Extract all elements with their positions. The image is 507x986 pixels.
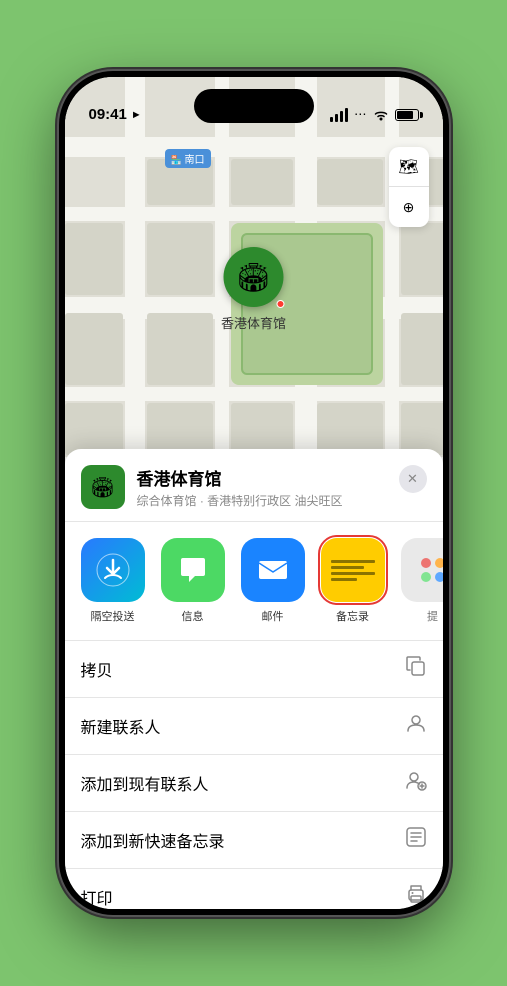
location-center-button[interactable]: ⊕ [389, 187, 429, 227]
venue-info: 香港体育馆 综合体育馆 · 香港特别行政区 油尖旺区 [137, 465, 387, 509]
status-time: 09:41 ► [89, 106, 142, 123]
share-item-mail[interactable]: 邮件 [241, 538, 305, 624]
venue-header: 🏟 香港体育馆 综合体育馆 · 香港特别行政区 油尖旺区 ✕ [65, 449, 443, 522]
notes-label: 备忘录 [336, 608, 369, 624]
pin-circle: 🏟 [223, 247, 283, 307]
venue-pin-icon: 🏟 [90, 475, 115, 500]
stadium-icon: 🏟 [236, 261, 272, 294]
add-existing-icon [405, 769, 427, 797]
pin-dot [276, 300, 284, 308]
action-add-quick-note[interactable]: 添加到新快速备忘录 [65, 812, 443, 869]
map-view-toggle-button[interactable]: 🗺 [389, 147, 429, 187]
action-add-existing-contact[interactable]: 添加到现有联系人 [65, 755, 443, 812]
venue-subtitle: 综合体育馆 · 香港特别行政区 油尖旺区 [137, 492, 387, 509]
airdrop-icon [95, 552, 131, 588]
action-new-contact-label: 新建联系人 [81, 714, 161, 738]
close-button[interactable]: ✕ [399, 465, 427, 493]
signal-bars [330, 108, 348, 122]
status-icons: ⋅⋅⋅ [330, 107, 418, 123]
wifi-icon-svg [373, 109, 389, 121]
phone-screen: 09:41 ► ⋅⋅⋅ [65, 77, 443, 909]
share-item-more[interactable]: 提 [401, 538, 443, 624]
share-item-airdrop[interactable]: 隔空投送 [81, 538, 145, 624]
map-area[interactable]: 🏪 南口 🏟 香港体育馆 🗺 ⊕ [65, 77, 443, 497]
location-pin: 🏟 香港体育馆 [221, 247, 286, 332]
action-print-label: 打印 [81, 885, 113, 909]
action-add-quick-note-label: 添加到新快速备忘录 [81, 828, 225, 852]
action-list: 拷贝 新建联系人 [65, 641, 443, 909]
venue-icon: 🏟 [81, 465, 125, 509]
location-arrow-icon: ► [131, 109, 142, 121]
map-controls: 🗺 ⊕ [389, 147, 429, 227]
new-contact-icon [405, 712, 427, 740]
wifi-icon: ⋅⋅⋅ [354, 107, 366, 123]
action-add-existing-label: 添加到现有联系人 [81, 771, 209, 795]
mail-label: 邮件 [262, 608, 284, 624]
action-print[interactable]: 打印 [65, 869, 443, 909]
messages-icon [175, 552, 211, 588]
dynamic-island [194, 89, 314, 123]
print-icon [405, 883, 427, 909]
action-copy-label: 拷贝 [81, 657, 113, 681]
bottom-sheet: 🏟 香港体育馆 综合体育馆 · 香港特别行政区 油尖旺区 ✕ [65, 449, 443, 909]
airdrop-label: 隔空投送 [91, 608, 135, 624]
notes-icon [331, 557, 375, 584]
action-copy[interactable]: 拷贝 [65, 641, 443, 698]
share-item-notes[interactable]: 备忘录 [321, 538, 385, 624]
map-icon: 🗺 [398, 157, 418, 177]
quick-note-icon [405, 826, 427, 854]
location-icon: ⊕ [403, 199, 415, 216]
pin-label: 香港体育馆 [221, 313, 286, 332]
venue-name: 香港体育馆 [137, 465, 387, 490]
mail-icon [255, 552, 291, 588]
action-new-contact[interactable]: 新建联系人 [65, 698, 443, 755]
more-label: 提 [427, 608, 438, 624]
location-tag: 🏪 南口 [165, 149, 211, 168]
phone-frame: 09:41 ► ⋅⋅⋅ [59, 71, 449, 915]
messages-label: 信息 [182, 608, 204, 624]
copy-icon [405, 655, 427, 683]
battery-icon [395, 109, 419, 121]
share-row: 隔空投送 信息 [65, 522, 443, 641]
share-item-messages[interactable]: 信息 [161, 538, 225, 624]
